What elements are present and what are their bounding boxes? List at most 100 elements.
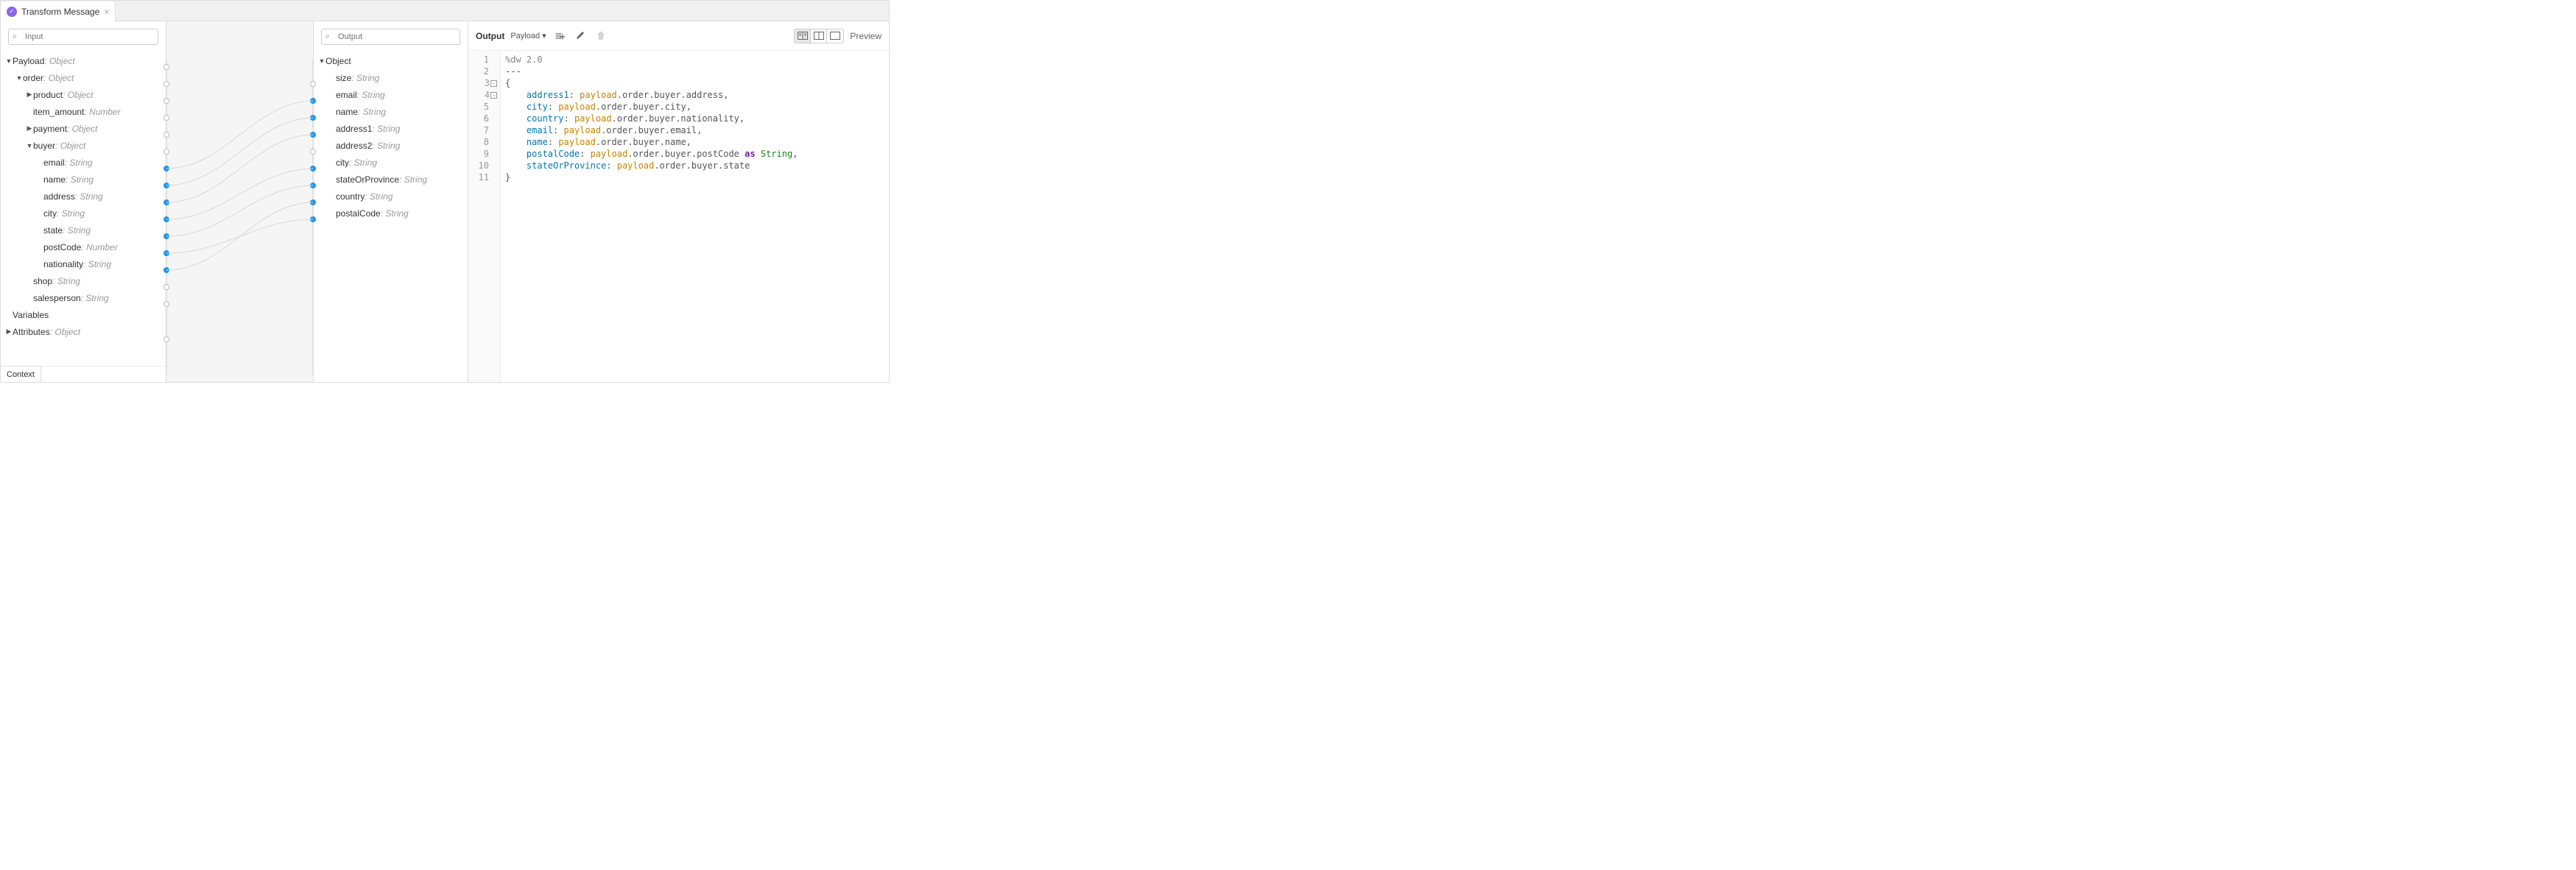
map-port-shop[interactable] xyxy=(163,284,169,290)
context-tab[interactable]: Context xyxy=(0,366,41,382)
tree-row-address2[interactable]: address2 : String xyxy=(318,137,463,154)
map-port-attributes[interactable] xyxy=(163,336,169,342)
tree-row-city_o[interactable]: city : String xyxy=(318,154,463,171)
caret-icon[interactable]: ▶ xyxy=(26,124,33,132)
tree-row-city[interactable]: city : String xyxy=(5,205,161,222)
caret-icon[interactable]: ▼ xyxy=(5,57,13,65)
tree-row-address[interactable]: address : String xyxy=(5,188,161,205)
tree-row-buyer[interactable]: ▼buyer : Object xyxy=(5,137,161,154)
map-port-stateOrProvince[interactable] xyxy=(310,183,316,188)
close-icon[interactable]: × xyxy=(104,7,109,17)
code-lines[interactable]: %dw 2.0---{ address1: payload.order.buye… xyxy=(501,51,798,382)
code-line[interactable]: postalCode: payload.order.buyer.postCode… xyxy=(505,148,798,160)
map-port-buyer[interactable] xyxy=(163,149,169,155)
map-port-name[interactable] xyxy=(163,183,169,188)
caret-icon[interactable]: ▼ xyxy=(26,142,33,149)
code-line[interactable]: --- xyxy=(505,66,798,77)
input-tree: ▼Payload : Object▼order : Object▶product… xyxy=(1,52,166,366)
tree-label: state xyxy=(43,225,63,236)
map-port-order[interactable] xyxy=(163,81,169,87)
code-line[interactable]: { xyxy=(505,77,798,89)
caret-icon[interactable]: ▶ xyxy=(26,91,33,99)
tree-row-payment[interactable]: ▶payment : Object xyxy=(5,120,161,137)
preview-link[interactable]: Preview xyxy=(850,31,881,41)
map-port-item_amount[interactable] xyxy=(163,115,169,121)
map-port-state[interactable] xyxy=(163,233,169,239)
tree-row-address1[interactable]: address1 : String xyxy=(318,120,463,137)
tree-row-email_o[interactable]: email : String xyxy=(318,86,463,103)
tree-row-postalCode[interactable]: postalCode : String xyxy=(318,205,463,222)
tree-row-salesperson[interactable]: salesperson : String xyxy=(5,289,161,306)
view-single-button[interactable] xyxy=(827,29,843,43)
tree-row-postCode[interactable]: postCode : Number xyxy=(5,238,161,255)
tree-row-item_amount[interactable]: item_amount : Number xyxy=(5,103,161,120)
tree-row-payload[interactable]: ▼Payload : Object xyxy=(5,52,161,69)
gutter-line: 10 xyxy=(468,160,497,171)
delete-icon[interactable] xyxy=(594,29,608,43)
caret-icon[interactable]: ▶ xyxy=(5,328,13,336)
map-port-email_o[interactable] xyxy=(310,98,316,104)
map-port-payment[interactable] xyxy=(163,132,169,138)
tab-transform-message[interactable]: ✓ Transform Message × xyxy=(1,1,116,22)
tree-row-shop[interactable]: shop : String xyxy=(5,272,161,289)
map-port-postCode[interactable] xyxy=(163,250,169,256)
tree-row-object[interactable]: ▼Object xyxy=(318,52,463,69)
code-line[interactable]: address1: payload.order.buyer.address, xyxy=(505,89,798,101)
map-port-size[interactable] xyxy=(310,81,316,87)
map-port-payload[interactable] xyxy=(163,64,169,70)
tree-type: : String xyxy=(81,293,109,303)
map-port-city_o[interactable] xyxy=(310,166,316,171)
map-port-salesperson[interactable] xyxy=(163,301,169,307)
output-target-dropdown[interactable]: Payload ▾ xyxy=(510,31,546,40)
tree-type: : String xyxy=(381,208,409,219)
caret-icon[interactable]: ▼ xyxy=(15,74,23,82)
tree-type: : Object xyxy=(55,141,85,151)
tree-type: : String xyxy=(83,259,111,269)
view-split-button[interactable] xyxy=(795,29,811,43)
code-line[interactable]: city: payload.order.buyer.city, xyxy=(505,101,798,113)
code-line[interactable]: email: payload.order.buyer.email, xyxy=(505,124,798,136)
code-editor[interactable]: 123-4-567891011 %dw 2.0---{ address1: pa… xyxy=(468,51,889,382)
main-body: ⌕ ▼Payload : Object▼order : Object▶produ… xyxy=(1,21,889,382)
map-port-address1[interactable] xyxy=(310,132,316,138)
edit-icon[interactable] xyxy=(573,29,588,43)
tree-row-stateOrProvince[interactable]: stateOrProvince : String xyxy=(318,171,463,188)
tree-row-size[interactable]: size : String xyxy=(318,69,463,86)
map-port-product[interactable] xyxy=(163,98,169,104)
tree-row-name_o[interactable]: name : String xyxy=(318,103,463,120)
code-line[interactable]: %dw 2.0 xyxy=(505,54,798,66)
code-line[interactable]: country: payload.order.buyer.nationality… xyxy=(505,113,798,124)
dropdown-value: Payload xyxy=(510,32,540,40)
view-columns-button[interactable] xyxy=(811,29,827,43)
search-output[interactable] xyxy=(321,29,460,45)
fold-icon[interactable]: - xyxy=(490,92,497,99)
gutter-line: 8 xyxy=(468,136,497,148)
fold-icon[interactable]: - xyxy=(490,80,497,87)
map-port-city[interactable] xyxy=(163,216,169,222)
code-line[interactable]: name: payload.order.buyer.name, xyxy=(505,136,798,148)
tree-row-country[interactable]: country : String xyxy=(318,188,463,205)
map-port-name_o[interactable] xyxy=(310,115,316,121)
caret-icon[interactable]: ▼ xyxy=(318,57,325,65)
tree-row-name[interactable]: name : String xyxy=(5,171,161,188)
map-port-nationality[interactable] xyxy=(163,267,169,273)
code-line[interactable]: stateOrProvince: payload.order.buyer.sta… xyxy=(505,160,798,171)
tree-label: Payload xyxy=(13,56,44,66)
tree-label: product xyxy=(33,90,63,100)
add-target-icon[interactable] xyxy=(552,29,567,43)
map-port-country[interactable] xyxy=(310,199,316,205)
map-port-postalCode[interactable] xyxy=(310,216,316,222)
tree-row-product[interactable]: ▶product : Object xyxy=(5,86,161,103)
code-line[interactable]: } xyxy=(505,171,798,183)
tree-row-variables[interactable]: Variables xyxy=(5,306,161,323)
code-header: Output Payload ▾ xyxy=(468,21,889,51)
tree-row-nationality[interactable]: nationality : String xyxy=(5,255,161,272)
tree-row-state[interactable]: state : String xyxy=(5,222,161,238)
search-input[interactable] xyxy=(8,29,158,45)
tree-row-email[interactable]: email : String xyxy=(5,154,161,171)
tree-row-attributes[interactable]: ▶Attributes : Object xyxy=(5,323,161,340)
tree-row-order[interactable]: ▼order : Object xyxy=(5,69,161,86)
map-port-address[interactable] xyxy=(163,199,169,205)
map-port-address2[interactable] xyxy=(310,149,316,155)
map-port-email[interactable] xyxy=(163,166,169,171)
